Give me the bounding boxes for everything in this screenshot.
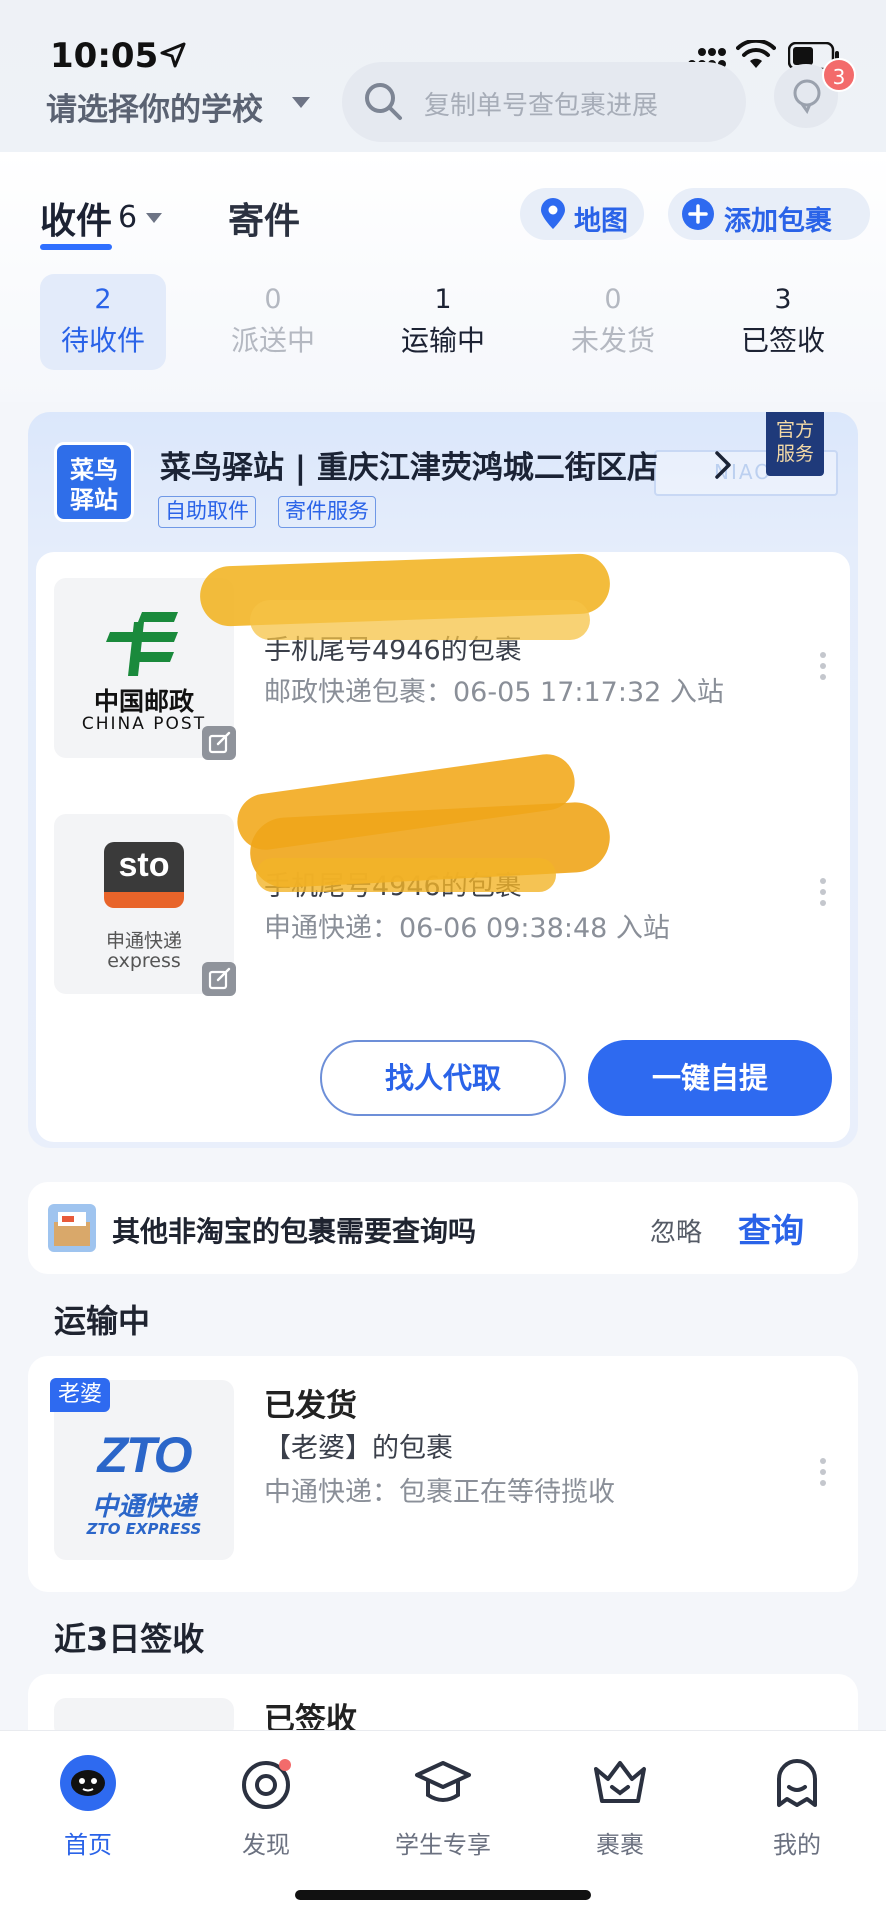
stat-count: 1	[434, 284, 452, 315]
station-name[interactable]: 菜鸟驿站 | 重庆江津荧鸿城二街区店	[160, 442, 658, 487]
map-button[interactable]: 地图	[520, 188, 644, 240]
tab-active-indicator	[40, 244, 112, 250]
stat-label: 已签收	[740, 324, 825, 357]
add-package-label: 添加包裹	[724, 206, 832, 237]
sto-stripe	[104, 892, 184, 908]
more-options-icon[interactable]	[820, 1458, 828, 1491]
school-caret-icon[interactable]	[292, 97, 310, 108]
stat-count: 0	[264, 284, 282, 315]
find-proxy-pickup-button[interactable]: 找人代取	[320, 1040, 566, 1116]
nav-profile[interactable]: 我的	[727, 1753, 867, 1860]
official-line1: 官方	[775, 419, 814, 441]
package-info: 申通快递：06-06 09:38:48 入站	[264, 913, 670, 944]
nav-home[interactable]: 首页	[18, 1753, 158, 1860]
tag-self-pickup: 自助取件	[158, 496, 256, 528]
query-button[interactable]: 查询	[738, 1204, 804, 1252]
profile-ghost-icon	[777, 1759, 817, 1807]
brand-cn-text: 申通快递	[105, 930, 182, 952]
brand-cn-text: 中国邮政	[93, 687, 194, 716]
stat-label: 运输中	[400, 324, 485, 357]
search-icon	[365, 83, 402, 120]
official-line2: 服务	[775, 443, 814, 465]
map-pin-icon	[541, 198, 565, 229]
nav-discover[interactable]: 发现	[196, 1753, 336, 1860]
more-options-icon[interactable]	[820, 652, 828, 685]
plus-circle-icon	[682, 198, 714, 230]
edit-icon[interactable]	[202, 726, 236, 760]
section-title-in-transit: 运输中	[54, 1302, 151, 1340]
package-box-icon	[48, 1204, 96, 1252]
brand-cn-text: 中通快递	[91, 1492, 196, 1522]
query-prompt: 其他非淘宝的包裹需要查询吗	[112, 1215, 477, 1248]
add-package-button[interactable]: 添加包裹	[668, 188, 870, 240]
top-bar: 10:05 请选择你的学校 复制单号查包裹进展 3	[0, 0, 886, 152]
search-placeholder: 复制单号查包裹进展	[424, 91, 659, 121]
stat-delivering[interactable]: 0 派送中	[210, 274, 336, 370]
query-card: 其他非淘宝的包裹需要查询吗 忽略 查询	[28, 1182, 858, 1274]
nav-student[interactable]: 学生专享	[373, 1753, 513, 1860]
china-post-emblem-icon	[106, 612, 178, 676]
crown-package-icon	[594, 1761, 646, 1803]
redaction-scribble	[250, 600, 590, 640]
nav-label: 首页	[64, 1831, 112, 1859]
zto-mark: ZTO	[97, 1427, 192, 1483]
school-selector[interactable]: 请选择你的学校	[46, 84, 263, 129]
stat-count: 3	[774, 284, 792, 315]
home-mascot-icon	[60, 1755, 116, 1811]
stat-signed[interactable]: 3 已签收	[720, 274, 846, 370]
logo-text-line2: 驿站	[70, 486, 118, 514]
tag-send-service: 寄件服务	[278, 496, 376, 528]
search-bar[interactable]: 复制单号查包裹进展	[342, 62, 746, 142]
ignore-button[interactable]: 忽略	[650, 1212, 702, 1249]
section-title-signed: 近3日签收	[54, 1620, 205, 1658]
stat-not-shipped[interactable]: 0 未发货	[550, 274, 676, 370]
stat-label: 派送中	[230, 324, 315, 357]
tab-receive[interactable]: 收件	[40, 192, 112, 244]
self-pickup-button[interactable]: 一键自提	[588, 1040, 832, 1116]
sto-mark: sto	[118, 846, 170, 884]
wifi-icon	[736, 40, 776, 68]
nav-label: 学生专享	[395, 1831, 491, 1859]
tab-send[interactable]: 寄件	[228, 192, 300, 244]
logo-text-line1: 菜鸟	[70, 456, 118, 484]
stat-label: 待收件	[60, 324, 145, 357]
status-time: 10:05	[50, 36, 159, 76]
chevron-down-icon[interactable]	[146, 213, 162, 223]
tab-receive-count: 6	[118, 200, 138, 235]
brand-en-text: ZTO EXPRESS	[86, 1520, 202, 1538]
nav-label: 我的	[773, 1831, 821, 1859]
package-info: 邮政快递包裹：06-05 17:17:32 入站	[264, 677, 724, 708]
stat-pending[interactable]: 2 待收件	[40, 274, 166, 370]
discover-icon	[242, 1759, 291, 1809]
redaction-scribble	[256, 858, 556, 892]
edit-icon[interactable]	[202, 962, 236, 996]
home-indicator	[295, 1890, 591, 1900]
chevron-right-icon[interactable]	[714, 450, 732, 480]
stat-count: 2	[94, 284, 112, 315]
cainiao-station-logo: 菜鸟 驿站	[54, 442, 134, 522]
location-arrow-icon	[160, 42, 186, 68]
nickname-tag: 老婆	[50, 1378, 111, 1412]
stat-count: 0	[604, 284, 622, 315]
package-info: 中通快递：包裹正在等待揽收	[264, 1477, 615, 1508]
nav-label: 发现	[242, 1831, 290, 1859]
message-badge: 3	[822, 58, 856, 92]
graduation-cap-icon	[415, 1761, 471, 1802]
package-status-title: 已发货	[264, 1388, 357, 1424]
nav-label: 裹裹	[596, 1831, 644, 1859]
stat-in-transit[interactable]: 1 运输中	[380, 274, 506, 370]
package-subtitle: 【老婆】的包裹	[264, 1433, 453, 1464]
nav-guoguo[interactable]: 裹裹	[550, 1753, 690, 1860]
chat-bubble-icon	[793, 79, 821, 114]
official-service-badge: 官方 服务	[766, 412, 824, 476]
stat-label: 未发货	[570, 324, 655, 357]
more-options-icon[interactable]	[820, 878, 828, 911]
map-label: 地图	[574, 206, 628, 237]
